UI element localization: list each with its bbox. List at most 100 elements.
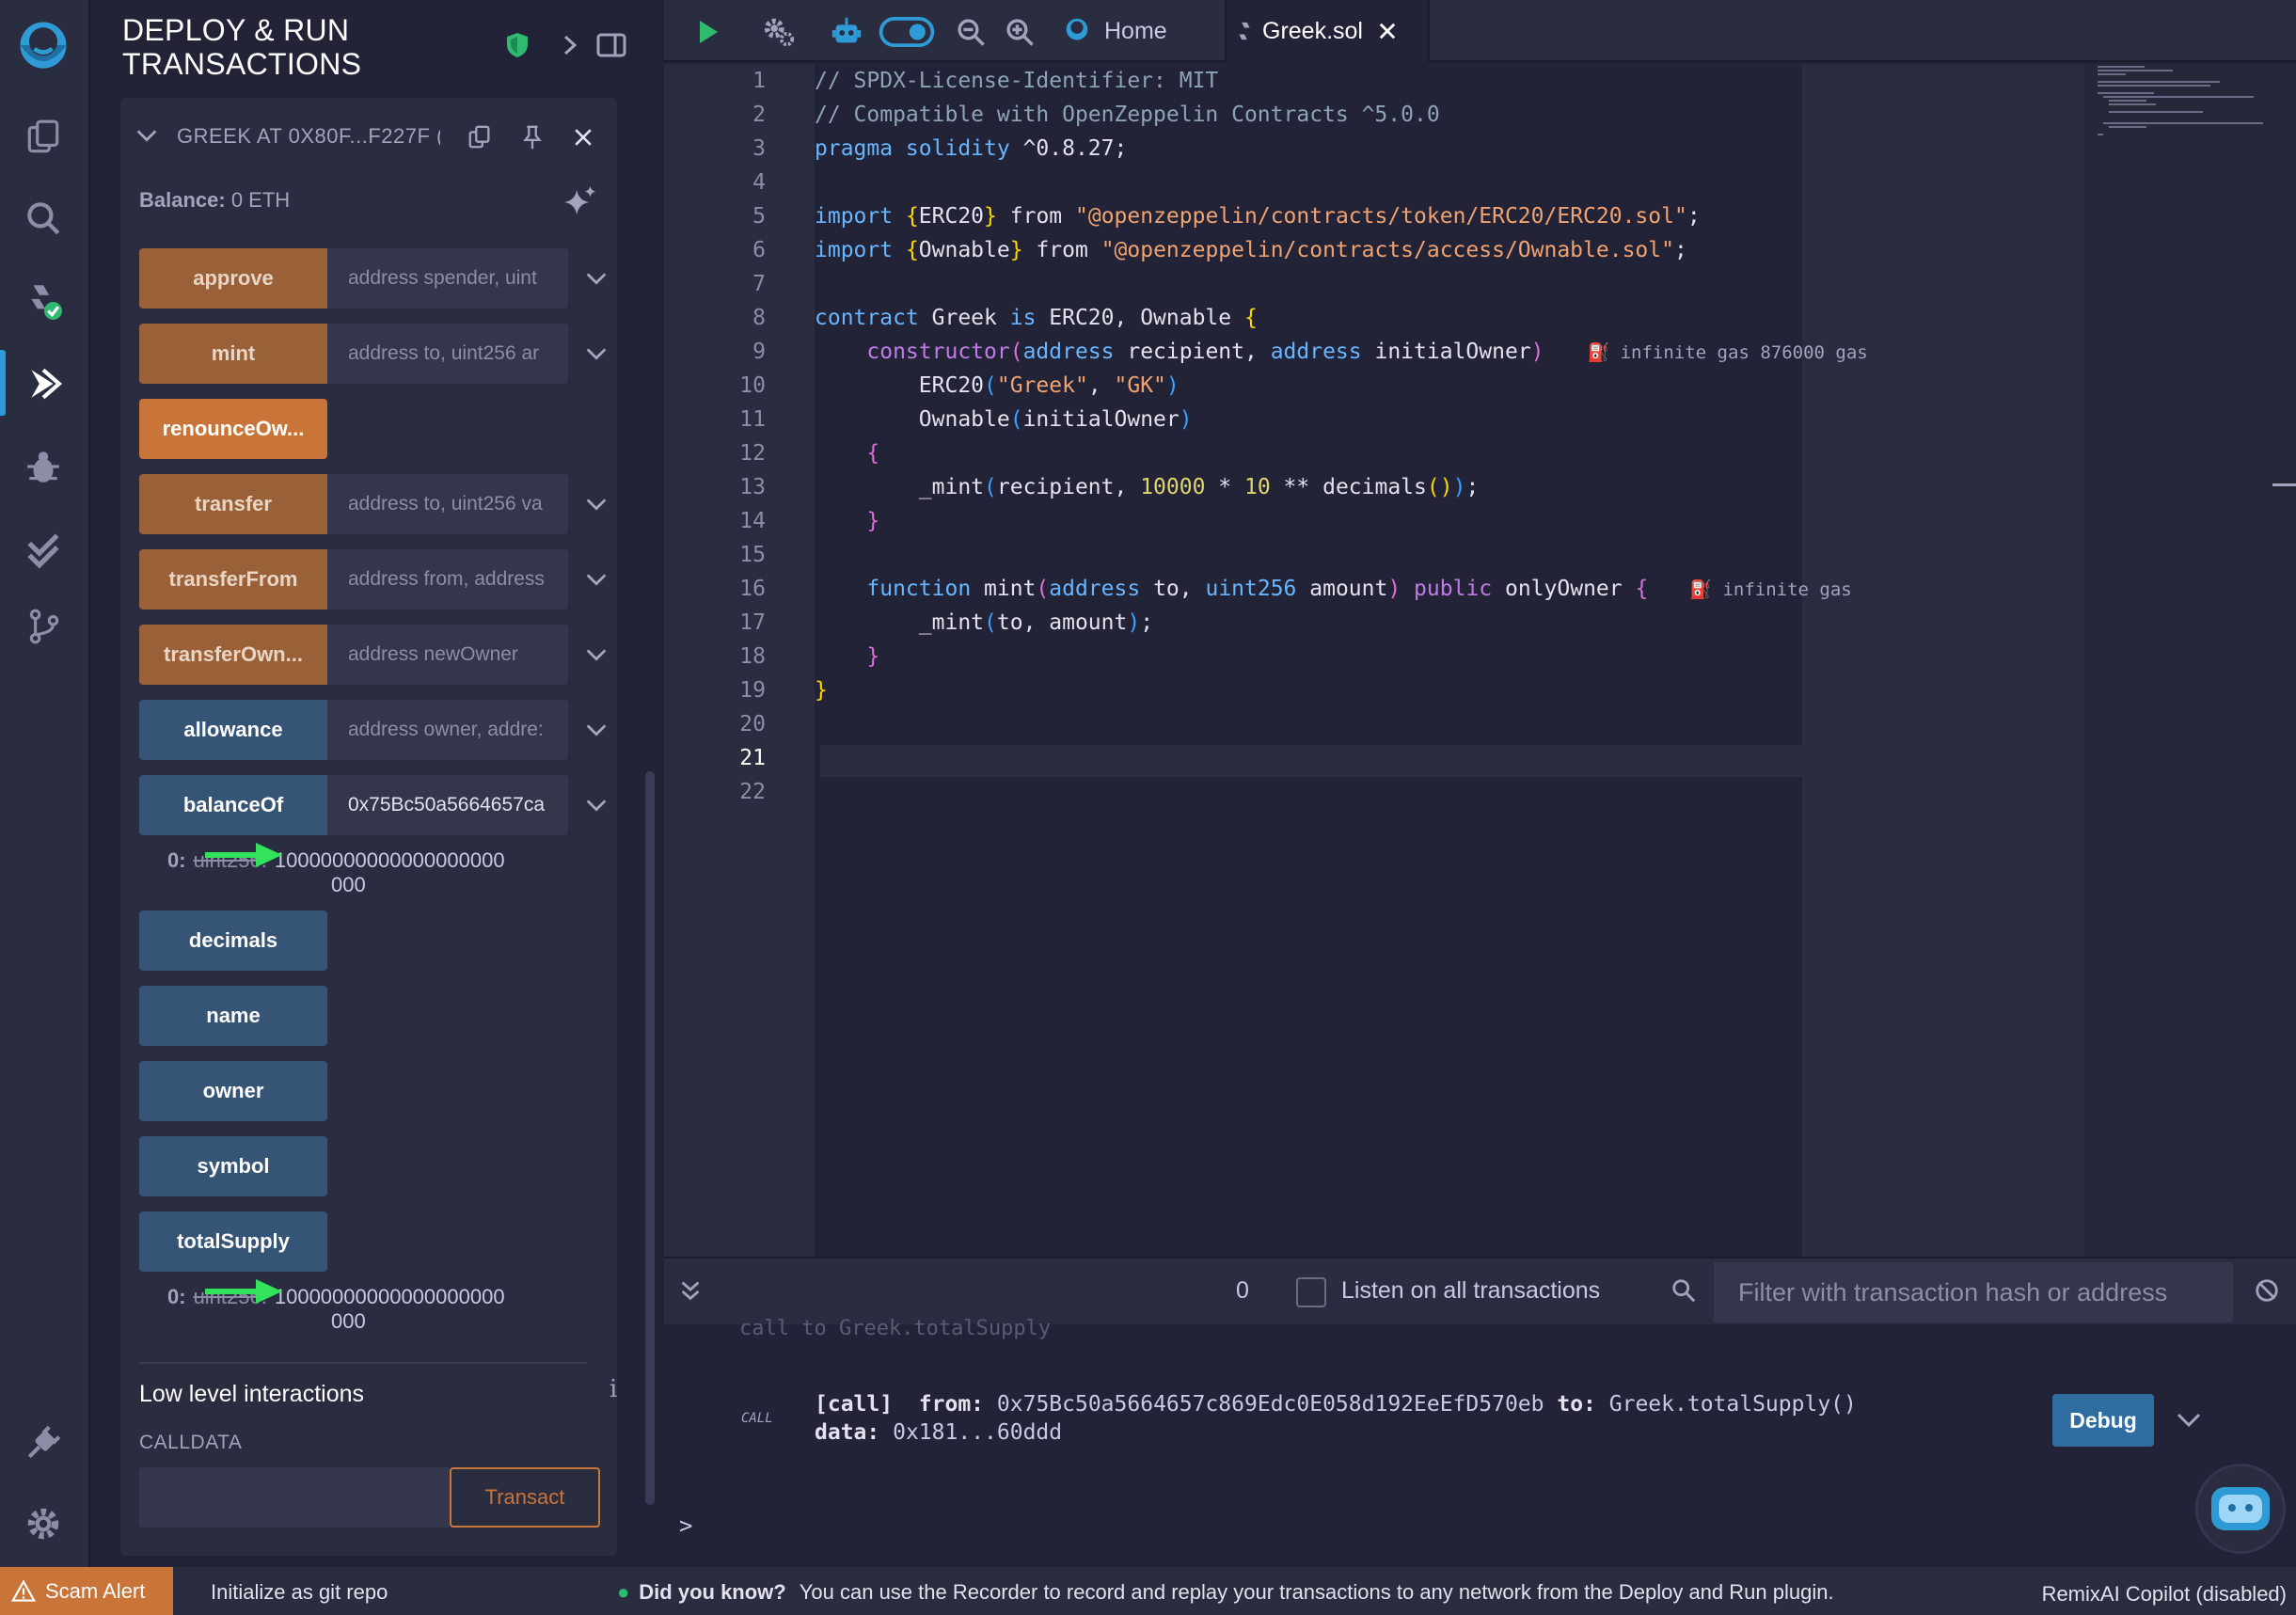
name-button[interactable]: name bbox=[139, 986, 327, 1046]
search-icon[interactable] bbox=[1671, 1277, 1697, 1308]
mint-args-input[interactable]: address to, uint256 ar bbox=[327, 324, 568, 384]
chevron-down-icon[interactable] bbox=[583, 491, 610, 522]
approve-args-input[interactable]: address spender, uint bbox=[327, 248, 568, 309]
remix-logo-icon[interactable] bbox=[4, 13, 83, 79]
approve-button[interactable]: approve bbox=[139, 248, 327, 309]
code-line: _mint(recipient, 10000 * 10 ** decimals(… bbox=[815, 475, 1480, 499]
tab-file-label: Greek.sol bbox=[1262, 17, 1363, 44]
git-icon[interactable] bbox=[19, 602, 68, 651]
allowance-args-input[interactable]: address owner, addre: bbox=[327, 700, 568, 760]
close-tab-icon[interactable] bbox=[1376, 20, 1399, 42]
symbol-button[interactable]: symbol bbox=[139, 1136, 327, 1196]
calldata-input[interactable] bbox=[139, 1467, 450, 1528]
gas-icon: ⛽ bbox=[1689, 579, 1723, 600]
line-number: 3 bbox=[752, 136, 766, 161]
pin-icon[interactable] bbox=[515, 120, 549, 154]
gas-icon: ⛽ bbox=[1587, 342, 1621, 363]
mint-button[interactable]: mint bbox=[139, 324, 327, 384]
settings-gear-icon[interactable] bbox=[19, 1499, 68, 1548]
code-line: pragma solidity ^0.8.27; bbox=[815, 136, 1128, 161]
panel-scrollbar[interactable] bbox=[645, 771, 655, 1505]
chevron-right-icon[interactable] bbox=[553, 28, 587, 62]
balance-value: 0 ETH bbox=[225, 188, 291, 212]
fn-row-transferfrom: transferFrom address from, address bbox=[139, 549, 610, 610]
allowance-button[interactable]: allowance bbox=[139, 700, 327, 760]
tx-data-line: data: 0x181...60ddd bbox=[815, 1420, 1063, 1445]
debug-button[interactable]: Debug bbox=[2052, 1394, 2154, 1447]
balance-of-args-input[interactable]: 0x75Bc50a5664657ca bbox=[327, 775, 568, 835]
decimals-button[interactable]: decimals bbox=[139, 910, 327, 971]
solidity-compiler-icon[interactable] bbox=[19, 277, 68, 325]
balance-of-button[interactable]: balanceOf bbox=[139, 775, 327, 835]
line-number: 9 bbox=[752, 340, 766, 364]
code-line: { bbox=[815, 441, 880, 466]
chevron-down-icon[interactable] bbox=[583, 641, 610, 673]
chevron-down-icon[interactable] bbox=[583, 265, 610, 296]
transfer-ownership-args-input[interactable]: address newOwner bbox=[327, 625, 568, 685]
debugger-icon[interactable] bbox=[19, 442, 68, 491]
file-explorer-icon[interactable] bbox=[19, 113, 68, 162]
line-number: 4 bbox=[752, 170, 766, 195]
warning-icon bbox=[11, 1578, 36, 1602]
tab-greek-sol[interactable]: Greek.sol bbox=[1225, 0, 1430, 62]
chevron-down-icon[interactable] bbox=[583, 340, 610, 372]
tx-filter-input[interactable]: Filter with transaction hash or address bbox=[1714, 1262, 2233, 1322]
chevron-down-icon[interactable] bbox=[583, 717, 610, 748]
collapse-terminal-icon[interactable] bbox=[677, 1277, 704, 1308]
fn-row-renounce: renounceOw... bbox=[139, 399, 610, 459]
total-supply-button[interactable]: totalSupply bbox=[139, 1211, 327, 1272]
result-index: 0: bbox=[167, 848, 186, 872]
deploy-run-icon[interactable] bbox=[19, 359, 68, 408]
line-number: 19 bbox=[739, 678, 766, 703]
search-icon[interactable] bbox=[19, 194, 68, 243]
listen-checkbox[interactable] bbox=[1296, 1277, 1326, 1307]
transfer-from-args-input[interactable]: address from, address bbox=[327, 549, 568, 610]
info-icon[interactable]: i bbox=[610, 1375, 617, 1403]
ai-toggle-switch[interactable] bbox=[877, 13, 937, 51]
sparkle-icon[interactable] bbox=[562, 184, 598, 225]
ai-assistant-icon[interactable] bbox=[2195, 1464, 2286, 1554]
tab-home-label: Home bbox=[1104, 17, 1167, 44]
chevron-down-icon[interactable] bbox=[583, 566, 610, 597]
copy-icon[interactable] bbox=[463, 120, 497, 154]
init-git-link[interactable]: Initialize as git repo bbox=[211, 1580, 388, 1605]
copilot-status[interactable]: RemixAI Copilot (disabled) bbox=[2042, 1582, 2287, 1607]
zoom-in-icon[interactable] bbox=[1001, 13, 1038, 51]
run-play-icon[interactable] bbox=[689, 13, 726, 51]
result-value: 10000000000000000000 bbox=[274, 848, 505, 872]
compiler-settings-icon[interactable] bbox=[760, 13, 798, 51]
fn-row-transferownership: transferOwn... address newOwner bbox=[139, 625, 610, 685]
transact-button[interactable]: Transact bbox=[450, 1467, 600, 1528]
transfer-button[interactable]: transfer bbox=[139, 474, 327, 534]
panel-toggle-icon[interactable] bbox=[594, 28, 628, 62]
plugin-manager-icon[interactable] bbox=[19, 1418, 68, 1467]
clear-console-icon[interactable] bbox=[2254, 1277, 2280, 1308]
terminal: 0 Listen on all transactions Filter with… bbox=[664, 1257, 2296, 1567]
code-editor[interactable]: 1 2 3 4 5 6 7 8 9 10 11 12 13 14 15 16 1… bbox=[664, 64, 2296, 1257]
gas-estimate: infinite gas 876000 gas bbox=[1620, 342, 1868, 363]
zoom-out-icon[interactable] bbox=[952, 13, 990, 51]
chevron-down-icon[interactable] bbox=[134, 122, 160, 153]
transfer-args-input[interactable]: address to, uint256 va bbox=[327, 474, 568, 534]
fn-row-balanceof: balanceOf 0x75Bc50a5664657ca bbox=[139, 775, 610, 835]
expand-tx-chevron-icon[interactable] bbox=[2175, 1405, 2203, 1438]
calldata-label: CALLDATA bbox=[139, 1432, 243, 1453]
transfer-ownership-button[interactable]: transferOwn... bbox=[139, 625, 327, 685]
shield-icon[interactable] bbox=[500, 28, 534, 62]
tab-home[interactable]: Home bbox=[1061, 0, 1167, 62]
total-supply-result: 0: uint256: 10000000000000000000 000 bbox=[167, 1279, 562, 1334]
scam-alert[interactable]: Scam Alert bbox=[0, 1567, 173, 1615]
fn-row-totalsupply: totalSupply bbox=[139, 1211, 610, 1272]
chevron-down-icon[interactable] bbox=[583, 792, 610, 823]
tests-icon[interactable] bbox=[19, 525, 68, 574]
tx-log-line[interactable]: [call] from: 0x75Bc50a5664657c869Edc0E05… bbox=[815, 1392, 1857, 1417]
transfer-from-button[interactable]: transferFrom bbox=[139, 549, 327, 610]
pending-tx-count: 0 bbox=[1236, 1277, 1249, 1304]
console-prompt[interactable]: > bbox=[679, 1512, 692, 1539]
renounce-ownership-button[interactable]: renounceOw... bbox=[139, 399, 327, 459]
owner-button[interactable]: owner bbox=[139, 1061, 327, 1121]
minimap[interactable] bbox=[2084, 64, 2296, 1257]
instance-header[interactable]: GREEK AT 0X80F...F227F (I bbox=[120, 117, 617, 160]
ai-robot-icon[interactable] bbox=[828, 13, 865, 51]
close-instance-icon[interactable] bbox=[566, 120, 600, 154]
